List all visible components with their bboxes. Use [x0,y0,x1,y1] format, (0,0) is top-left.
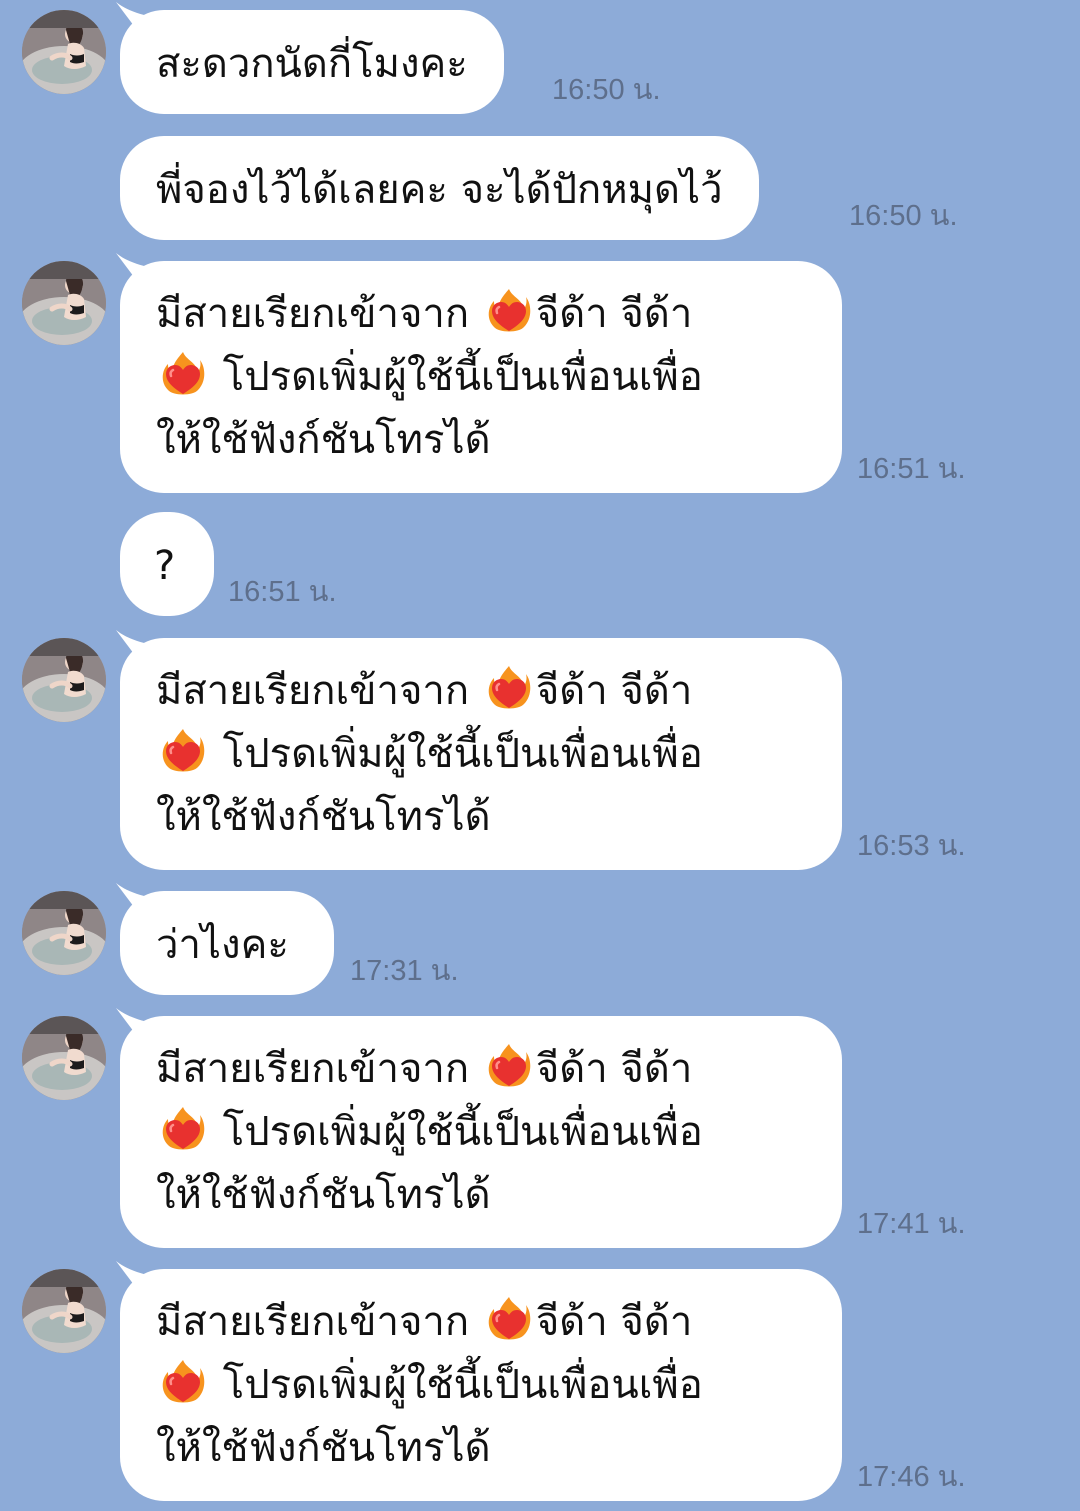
contact-avatar[interactable] [22,261,106,345]
message-bubble[interactable]: พี่จองไว้ได้เลยคะ จะได้ปักหมุดไว้ [120,136,759,240]
heart-on-fire-icon [486,664,532,712]
call-notice-bubble[interactable]: มีสายเรียกเข้าจาก จีด้า จีด้า โปรดเพิ่มผ… [116,1261,842,1501]
call-notice-line: มีสายเรียกเข้าจาก จีด้า จีด้า [156,1038,806,1101]
message-timestamp: 16:50 น. [552,74,661,106]
call-notice-line: มีสายเรียกเข้าจาก จีด้า จีด้า [156,283,806,346]
contact-avatar-photo-icon [22,10,106,94]
call-notice-line: ให้ใช้ฟังก์ชันโทรได้ [156,1172,491,1218]
call-notice-line: โปรดเพิ่มผู้ใช้นี้เป็นเพื่อนเพื่อ [156,346,806,409]
message-timestamp: 17:46 น. [857,1461,966,1493]
message-text: ? [154,543,176,589]
call-notice-line: โปรดเพิ่มผู้ใช้นี้เป็นเพื่อนเพื่อ [156,723,806,786]
message-timestamp: 17:41 น. [857,1208,966,1240]
contact-avatar[interactable] [22,10,106,94]
contact-avatar-photo-icon [22,1016,106,1100]
contact-avatar-photo-icon [22,1269,106,1353]
bubble-tail-icon [116,630,156,670]
bubble-tail-icon [116,883,156,923]
message-timestamp: 16:50 น. [849,200,958,232]
contact-avatar[interactable] [22,1269,106,1353]
call-notice-line: มีสายเรียกเข้าจาก จีด้า จีด้า [156,1291,806,1354]
message-bubble[interactable]: ว่าไงคะ [116,883,334,995]
contact-avatar[interactable] [22,1016,106,1100]
bubble-tail-icon [116,253,156,293]
heart-on-fire-icon [160,1105,206,1153]
bubble-tail-icon [116,1008,156,1048]
heart-on-fire-icon [160,1358,206,1406]
heart-on-fire-icon [486,1042,532,1090]
chat-area[interactable]: สะดวกนัดกี่โมงคะ 16:50 น. พี่จองไว้ได้เล… [0,0,1080,1511]
heart-on-fire-icon [160,350,206,398]
bubble-tail-icon [116,2,156,42]
heart-on-fire-icon [160,727,206,775]
message-bubble[interactable]: สะดวกนัดกี่โมงคะ [116,2,504,114]
contact-avatar-photo-icon [22,638,106,722]
call-notice-line: ให้ใช้ฟังก์ชันโทรได้ [156,1425,491,1471]
call-notice-line: ให้ใช้ฟังก์ชันโทรได้ [156,794,491,840]
heart-on-fire-icon [486,287,532,335]
call-notice-line: โปรดเพิ่มผู้ใช้นี้เป็นเพื่อนเพื่อ [156,1354,806,1417]
contact-avatar-photo-icon [22,891,106,975]
contact-avatar-photo-icon [22,261,106,345]
message-timestamp: 17:31 น. [350,955,459,987]
message-timestamp: 16:51 น. [857,453,966,485]
message-text: พี่จองไว้ได้เลยคะ จะได้ปักหมุดไว้ [156,167,723,213]
call-notice-bubble[interactable]: มีสายเรียกเข้าจาก จีด้า จีด้า โปรดเพิ่มผ… [116,630,842,870]
contact-avatar[interactable] [22,891,106,975]
bubble-tail-icon [116,1261,156,1301]
heart-on-fire-icon [486,1295,532,1343]
call-notice-bubble[interactable]: มีสายเรียกเข้าจาก จีด้า จีด้า โปรดเพิ่มผ… [116,1008,842,1248]
message-timestamp: 16:51 น. [228,576,337,608]
call-notice-line: ให้ใช้ฟังก์ชันโทรได้ [156,417,491,463]
message-text: สะดวกนัดกี่โมงคะ [156,41,468,87]
message-text: ว่าไงคะ [156,922,289,968]
contact-avatar[interactable] [22,638,106,722]
call-notice-line: มีสายเรียกเข้าจาก จีด้า จีด้า [156,660,806,723]
call-notice-line: โปรดเพิ่มผู้ใช้นี้เป็นเพื่อนเพื่อ [156,1101,806,1164]
message-timestamp: 16:53 น. [857,830,966,862]
call-notice-bubble[interactable]: มีสายเรียกเข้าจาก จีด้า จีด้า โปรดเพิ่มผ… [116,253,842,493]
message-bubble[interactable]: ? [120,512,214,616]
